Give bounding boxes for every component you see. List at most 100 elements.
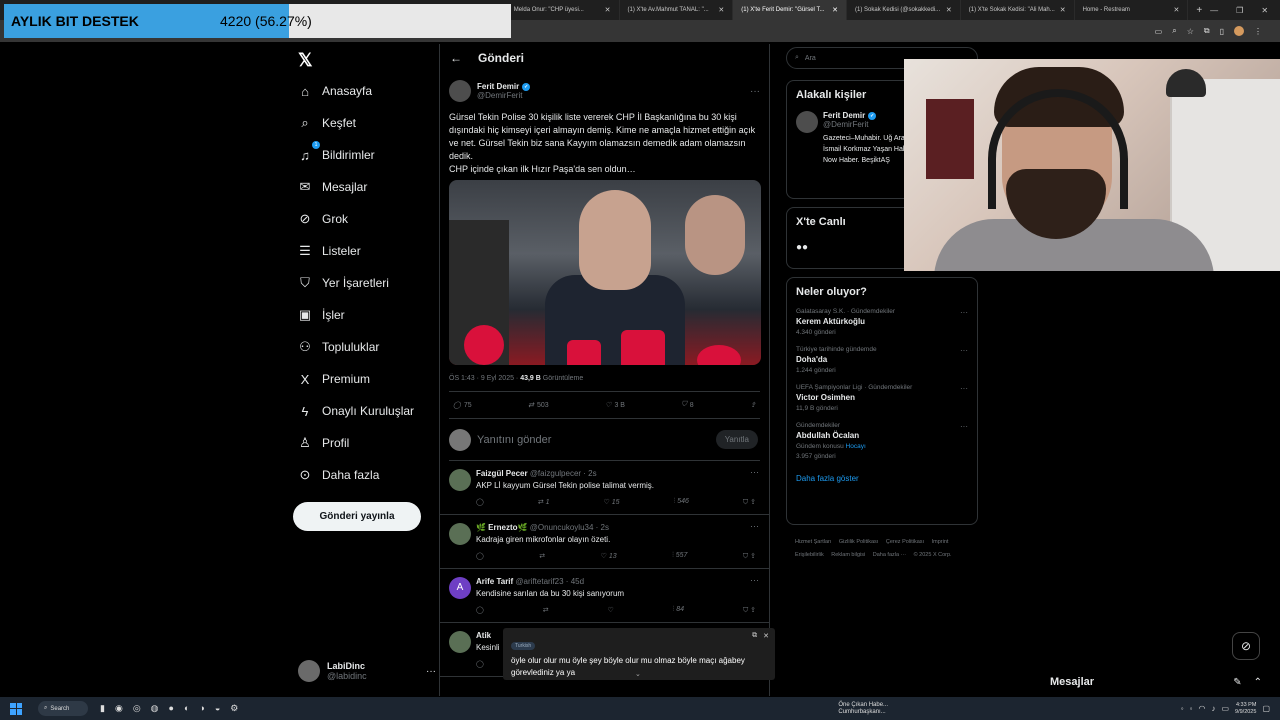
avatar[interactable] (449, 631, 471, 653)
bookmark-button[interactable]: ⛉ 8 (681, 401, 693, 409)
repost-button[interactable]: ⇄ 1 (538, 498, 550, 507)
reply-author[interactable]: Arife Tarif (476, 577, 513, 586)
firefox-icon[interactable]: ◉ (115, 703, 123, 714)
chevron-up-icon[interactable]: ⌃ (1254, 677, 1262, 688)
minimize-icon[interactable]: — (1210, 6, 1218, 15)
footer-link[interactable]: © 2025 X Corp. (914, 552, 952, 558)
nav-item-more-circle[interactable]: ⊙ Daha fazla (298, 463, 380, 487)
browser-tab[interactable]: (1) Sokak Kedisi (@sokakkedi... ✕ (847, 0, 961, 20)
bookmark-button[interactable]: ⛉ ⇪ (743, 498, 756, 507)
browser-tab[interactable]: (1) X'te Av.Mahmut TANAL: "... ✕ (620, 0, 734, 20)
footer-link[interactable]: Daha fazla ··· (873, 552, 906, 558)
zoom-icon[interactable]: ⌕ (1172, 26, 1176, 36)
app-icon[interactable]: ◒ (215, 703, 220, 714)
nav-item-briefcase[interactable]: ▣ İşler (298, 303, 345, 327)
close-window-icon[interactable]: ✕ (1261, 6, 1268, 15)
spotify-icon[interactable]: ● (169, 703, 174, 714)
nav-item-bell[interactable]: ♫ 1 Bildirimler (298, 141, 375, 167)
views-button[interactable]: ⫶ 546 (674, 498, 689, 507)
like-button[interactable]: ♡ 3 B (605, 401, 625, 410)
battery-icon[interactable]: ▭ (1221, 704, 1229, 713)
tweet-media-image[interactable] (449, 180, 761, 365)
settings-icon[interactable]: ⚙ (230, 703, 238, 714)
more-icon[interactable]: ··· (750, 467, 759, 477)
messages-drawer[interactable]: Mesajlar ✎ ⌃ (1040, 670, 1262, 694)
nav-item-mail[interactable]: ✉ Mesajlar (298, 175, 368, 199)
repost-button[interactable]: ⇄ 503 (528, 401, 549, 410)
close-icon[interactable]: ✕ (1060, 6, 1066, 14)
profile-avatar[interactable] (1234, 26, 1244, 36)
nav-item-bookmark[interactable]: ⛉ Yer İşaretleri (298, 271, 389, 295)
more-icon[interactable]: ··· (960, 346, 968, 355)
more-icon[interactable]: ··· (960, 422, 968, 431)
like-button[interactable]: ♡ 13 (601, 552, 617, 561)
notifications-icon[interactable]: ▢ (1262, 704, 1270, 713)
taskbar-search[interactable]: ⌕ Search (38, 701, 88, 716)
close-icon[interactable]: ✕ (763, 632, 769, 640)
steam-icon[interactable]: ◑ (199, 703, 204, 714)
footer-link[interactable]: Reklam bilgisi (831, 552, 865, 558)
footer-link[interactable]: Imprint (932, 539, 949, 545)
reply-author[interactable]: Faizgül Pecer (476, 469, 528, 478)
nav-item-communities[interactable]: ⚇ Topluluklar (298, 335, 379, 359)
nav-item-lightning[interactable]: ϟ Onaylı Kuruluşlar (298, 399, 415, 423)
trend-item[interactable]: Türkiye tarihinde gündemde Doha'da 1.244 g… (796, 346, 968, 374)
close-icon[interactable]: ✕ (1173, 6, 1179, 14)
clock[interactable]: 4:33 PM 9/9/2025 (1235, 702, 1256, 716)
nav-item-home[interactable]: ⌂ Anasayfa (298, 79, 372, 103)
avatar[interactable] (449, 523, 471, 545)
trend-item[interactable]: Gündemdekiler Abdullah Öcalan Gündem konus… (796, 422, 968, 460)
browser-tab-active[interactable]: (1) X'te Ferit Demir: "Gürsel T... ✕ (733, 0, 848, 20)
nav-item-list[interactable]: ☰ Listeler (298, 239, 361, 263)
bookmark-button[interactable]: ⛉ ⇪ (743, 606, 756, 615)
volume-icon[interactable]: ♪ (1211, 704, 1215, 713)
avatar[interactable]: A (449, 577, 471, 599)
grok-icon[interactable]: ⊘ (1232, 632, 1260, 660)
new-message-icon[interactable]: ✎ (1233, 677, 1241, 688)
reply-input[interactable]: Yanıtını gönder (477, 434, 551, 446)
chrome-icon[interactable]: ◎ (133, 703, 141, 714)
avatar[interactable] (449, 469, 471, 491)
more-icon[interactable]: ··· (960, 384, 968, 393)
browser-tab[interactable]: Home - Restream ✕ (1075, 0, 1189, 20)
reply-author[interactable]: 🌿 Ernezto🌿 (476, 523, 527, 532)
more-icon[interactable]: ··· (750, 86, 760, 97)
footer-link[interactable]: Çerez Politikası (886, 539, 924, 545)
avatar[interactable] (449, 80, 471, 102)
footer-link[interactable]: Erişilebilirlik (795, 552, 824, 558)
show-more-link[interactable]: Daha fazla göster (796, 474, 968, 483)
tweet-author[interactable]: Ferit Demir (477, 82, 519, 91)
nav-item-grok[interactable]: ⊘ Grok (298, 207, 348, 231)
file-explorer-icon[interactable]: ▮ (100, 703, 105, 714)
trend-item[interactable]: UEFA Şampiyonlar Ligi · Gündemdekiler Vic… (796, 384, 968, 412)
reply-button[interactable]: ◯ (476, 498, 484, 507)
bookmark-button[interactable]: ⛉ ⇪ (743, 552, 756, 561)
views-button[interactable]: ⫶ 84 (673, 606, 685, 615)
close-icon[interactable]: ✕ (605, 6, 611, 14)
menu-icon[interactable]: ⋮ (1254, 27, 1262, 36)
browser-tab[interactable]: Melda Onur: "CHP üyesi... ✕ (506, 0, 620, 20)
more-icon[interactable]: ··· (750, 521, 759, 531)
reply-button[interactable]: ◯ (476, 660, 484, 669)
avatar[interactable] (796, 111, 818, 133)
close-icon[interactable]: ✕ (832, 6, 838, 14)
reply-button[interactable]: ◯ (476, 552, 484, 561)
new-tab-button[interactable]: + (1188, 5, 1210, 16)
nav-item-x-premium[interactable]: X Premium (298, 367, 370, 391)
nav-item-profile[interactable]: ♙ Profil (298, 431, 349, 455)
x-logo-icon[interactable]: 𝕏 (298, 50, 313, 71)
trend-link[interactable]: Hocayı (846, 443, 866, 450)
like-button[interactable]: ♡ 15 (604, 498, 620, 507)
reply-tweet[interactable]: ··· 🌿 Ernezto🌿 @Onuncukoylu34 · 2s Kadraja… (440, 515, 769, 569)
extensions-icon[interactable]: ⧉ (1204, 26, 1210, 36)
more-icon[interactable]: ··· (426, 666, 436, 677)
tray-icon[interactable]: ◦ (1181, 704, 1184, 713)
nav-item-search[interactable]: ⌕ Keşfet (298, 111, 356, 135)
tray-icon[interactable]: ◦ (1190, 704, 1193, 713)
share-button[interactable]: ⇪ (750, 401, 756, 409)
browser-tab[interactable]: (1) X'te Sokak Kedisi: "Ali Mah... ✕ (961, 0, 1075, 20)
close-icon[interactable]: ✕ (946, 6, 952, 14)
sidebar-icon[interactable]: ▯ (1220, 27, 1224, 36)
more-icon[interactable]: ··· (750, 575, 759, 585)
windows-start-icon[interactable] (10, 702, 22, 715)
